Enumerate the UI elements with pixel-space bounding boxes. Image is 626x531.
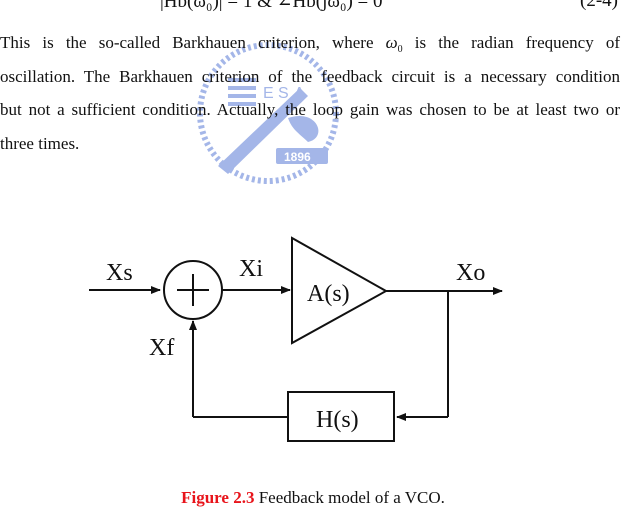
feedback-block-diagram: Xs Xi Xo Xf A(s) H(s) <box>89 236 503 442</box>
label-a-s: A(s) <box>307 281 350 307</box>
label-h-s: H(s) <box>316 407 359 433</box>
caption-text: Feedback model of a VCO. <box>254 488 445 507</box>
figure-label: Figure 2.3 <box>181 488 255 507</box>
label-xf: Xf <box>149 335 174 361</box>
label-xi: Xi <box>239 256 263 282</box>
figure-caption: Figure 2.3 Feedback model of a VCO. <box>0 488 626 508</box>
label-xo: Xo <box>456 260 485 286</box>
label-xs: Xs <box>106 260 133 286</box>
